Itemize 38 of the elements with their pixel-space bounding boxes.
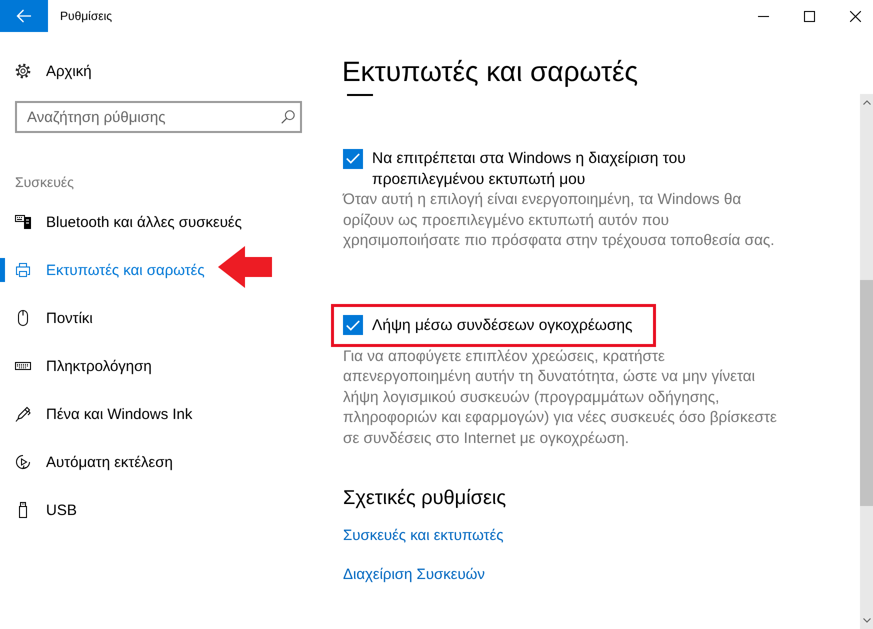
nav-item[interactable]: Πένα και Windows Ink — [0, 390, 208, 438]
pen-icon — [15, 406, 31, 422]
close-icon — [850, 10, 860, 22]
check-icon — [346, 320, 360, 330]
mouse-icon — [15, 310, 31, 326]
scroll-up-icon — [862, 100, 870, 105]
window-title: Ρυθμίσεις — [60, 9, 112, 23]
setting-label: Λήψη μέσω συνδέσεων ογκοχρέωσης — [372, 316, 632, 336]
gear-icon — [15, 63, 31, 79]
setting-description: Για να αποφύγετε επιπλέον χρεώσεις, κρατήστε απενεργοποιημένη αυτήν τη δυνατότητα, ώστε να μην γίνεται λήψη λογισμικού συσκευών (προγραμμάτων οδήγησης, πληροφοριών και εφαρμογών) για νέες συσκευές όσο βρίσκεστε σε συνδέσεις στο Internet με ογκοχρέωση. — [343, 346, 777, 448]
checkbox[interactable] — [343, 148, 363, 168]
link[interactable]: Διαχείριση Συσκευών — [343, 564, 485, 585]
scrollbar-thumb[interactable] — [860, 280, 873, 506]
check-icon — [346, 153, 360, 164]
nav-item[interactable]: Πληκτρολόγηση — [0, 342, 167, 390]
link[interactable]: Συσκευές και εκτυπωτές — [343, 525, 504, 546]
search-icon — [281, 110, 295, 124]
back-arrow-icon — [16, 9, 32, 23]
devices-icon — [15, 214, 31, 230]
checkbox[interactable] — [343, 315, 363, 335]
section-heading: Σχετικές ρυθμίσεις — [343, 486, 506, 511]
section-heading: Συσκευές — [15, 173, 74, 192]
setting-label: Να επιτρέπεται στα Windows η διαχείριση του προεπιλεγμένου εκτυπωτή μου — [372, 149, 686, 190]
page-title: Εκτυπωτές και σαρωτές — [342, 55, 638, 89]
autoplay-icon — [15, 454, 31, 470]
nav-item[interactable]: Αυτόματη εκτέλεση — [0, 438, 188, 486]
nav-item[interactable]: Ποντίκι — [0, 294, 108, 342]
printer-icon — [15, 262, 31, 278]
accent-line — [347, 94, 373, 96]
search-field[interactable]: Αναζήτηση ρύθμισης — [15, 101, 302, 133]
nav-item[interactable]: USB — [0, 486, 92, 534]
back-button[interactable] — [0, 0, 48, 32]
setting-description: Όταν αυτή η επιλογή είναι ενεργοποιημένη, τα Windows θα ορίζουν ως προεπιλεγμένο εκτυπωτή αυτόν που χρησιμοποιήσατε πιο πρόσφατα στην τρέχουσα τοποθεσία σας. — [343, 190, 775, 251]
nav-item[interactable]: Bluetooth και άλλες συσκευές — [0, 198, 257, 246]
scroll-down-icon — [862, 618, 870, 623]
scrollbar[interactable] — [860, 94, 873, 629]
home-link[interactable]: Αρχική — [0, 47, 107, 95]
maximize-icon — [804, 10, 814, 22]
